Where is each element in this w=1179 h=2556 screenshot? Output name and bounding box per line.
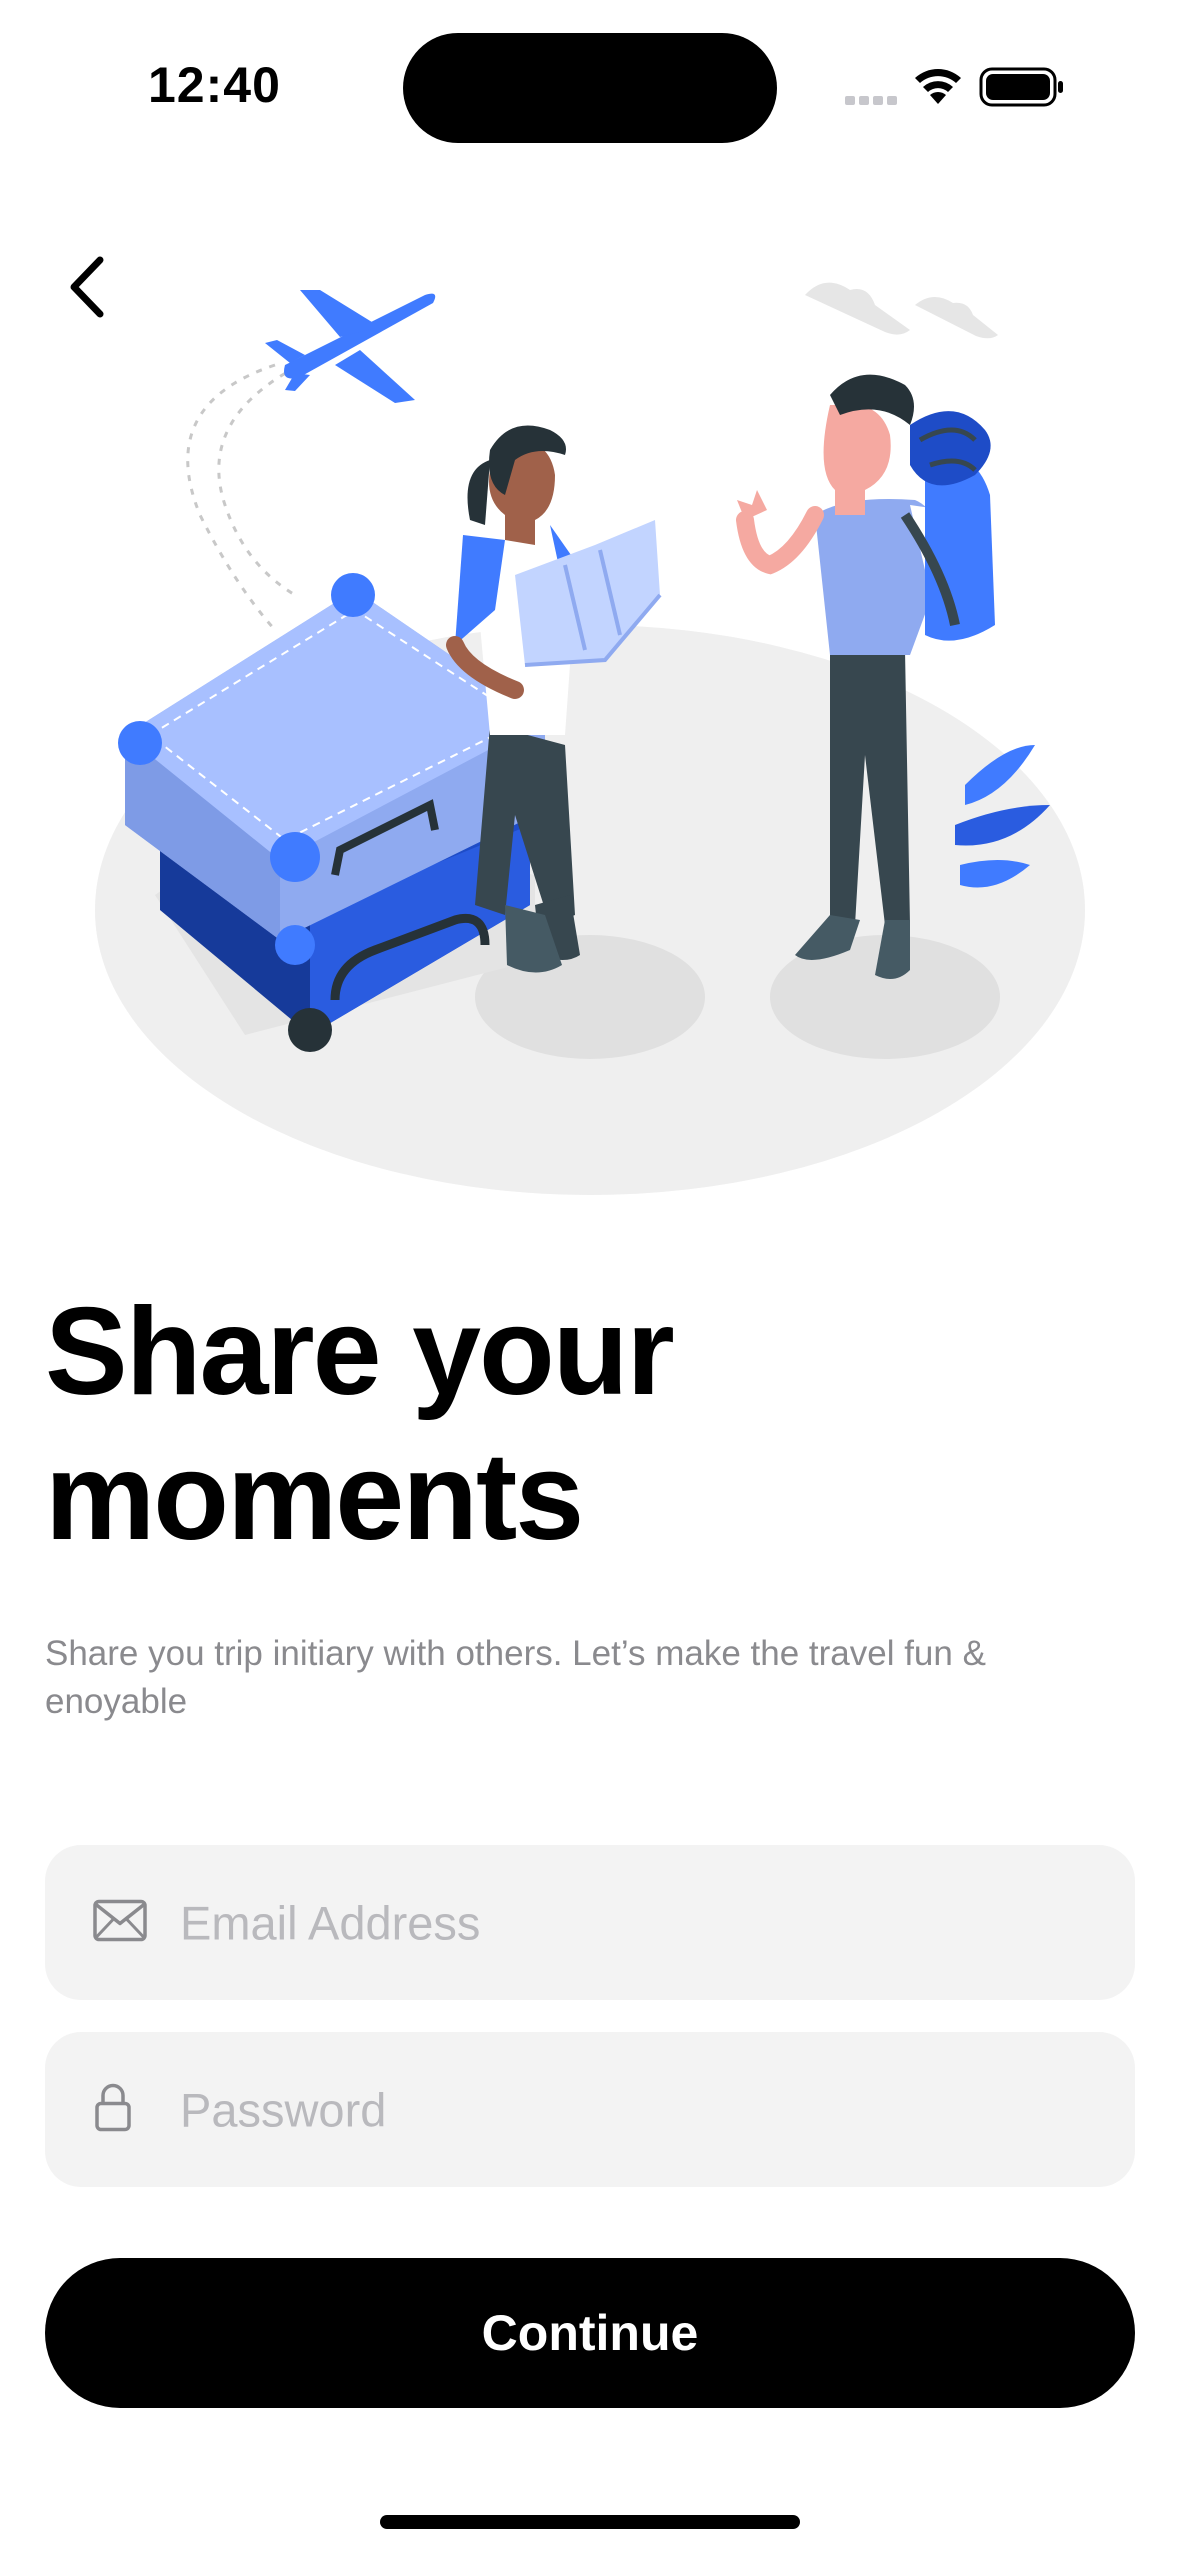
signal-dots-icon [845, 96, 897, 105]
email-placeholder: Email Address [180, 1896, 481, 1949]
status-icons [845, 62, 1085, 112]
page-title: Share your moments [45, 1280, 1145, 1570]
status-time: 12:40 [148, 57, 281, 113]
page-title-line2: moments [45, 1428, 584, 1566]
dynamic-island [403, 33, 777, 143]
status-bar: 12:40 [0, 0, 1179, 170]
travelers-illustration [95, 282, 1085, 1195]
cloud-icon [805, 282, 998, 339]
status-icons-svg [845, 67, 1063, 107]
page-title-line1: Share your [45, 1283, 675, 1421]
wifi-icon [915, 69, 961, 104]
page-subtitle: Share you trip initiary with others. Let… [45, 1634, 986, 1721]
battery-icon [979, 67, 1063, 107]
airplane-icon [265, 290, 436, 403]
envelope-icon [93, 1899, 147, 1946]
password-field[interactable]: Password [45, 2032, 1135, 2187]
email-field[interactable]: Email Address [45, 1845, 1135, 2000]
password-placeholder: Password [180, 2083, 387, 2136]
hero-illustration [95, 265, 1085, 1205]
lock-icon [95, 2083, 131, 2136]
home-indicator[interactable] [380, 2515, 800, 2529]
continue-button[interactable]: Continue [45, 2258, 1135, 2408]
continue-button-label: Continue [481, 2305, 699, 2361]
